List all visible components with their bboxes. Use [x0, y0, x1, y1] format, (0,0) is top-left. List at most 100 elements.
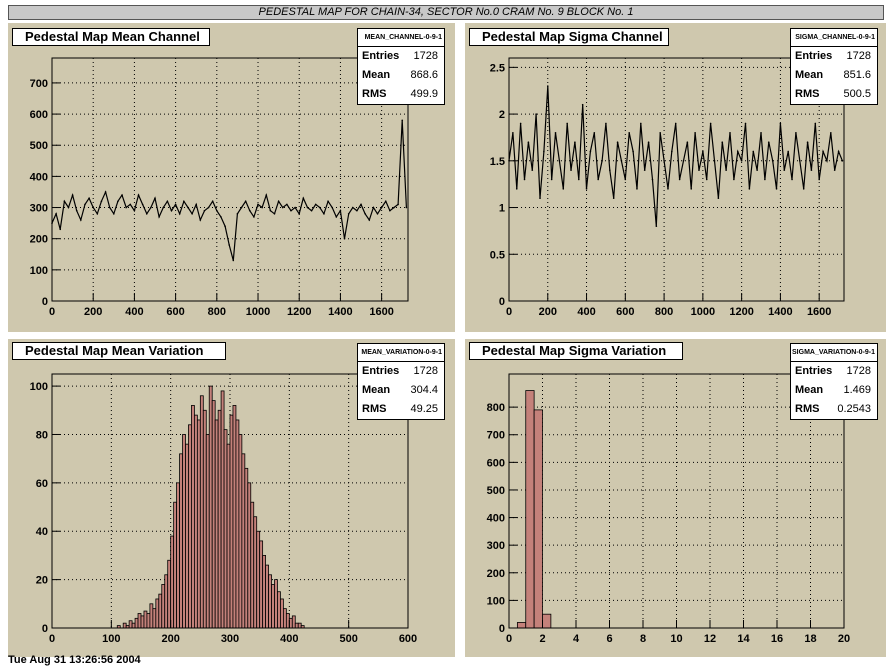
- y-tick-label: 300: [487, 540, 505, 552]
- y-tick-label: 500: [30, 140, 48, 152]
- data-point: [302, 197, 305, 199]
- x-tick-label: 600: [166, 306, 184, 318]
- data-point: [729, 131, 731, 134]
- data-point: [612, 197, 615, 199]
- stats-key: RMS: [362, 88, 387, 100]
- data-point: [360, 203, 362, 206]
- histogram-bar: [134, 617, 139, 629]
- data-point: [195, 203, 198, 206]
- data-point: [795, 131, 797, 134]
- x-tick-label: 10: [670, 633, 682, 645]
- data-point: [636, 188, 638, 190]
- stats-key: RMS: [795, 403, 820, 415]
- y-tick-label: 1.5: [490, 156, 505, 168]
- data-point: [203, 209, 206, 212]
- histogram-bar: [268, 574, 272, 629]
- y-tick-label: 80: [36, 429, 48, 441]
- data-point: [671, 150, 673, 153]
- histogram-bar: [122, 622, 127, 629]
- data-point: [798, 160, 801, 162]
- stats-key: RMS: [795, 88, 820, 100]
- data-point: [674, 122, 677, 125]
- data-point: [546, 85, 549, 87]
- data-point: [682, 160, 685, 162]
- stats-row-entries: Entries 1728: [791, 362, 877, 381]
- y-tick-label: 20: [36, 575, 48, 587]
- stats-value: 499.9: [410, 88, 438, 100]
- data-point: [96, 212, 99, 215]
- stats-box-sigma_variation: SIGMA_VARIATION-0-9-1 Entries 1728 Mean 1.46…: [790, 343, 878, 420]
- histogram-bar: [232, 405, 237, 629]
- data-point: [55, 212, 57, 215]
- data-point: [80, 219, 82, 221]
- data-point: [802, 188, 805, 190]
- data-point: [108, 206, 111, 209]
- histogram-bar: [149, 603, 154, 629]
- data-point: [775, 188, 778, 190]
- data-point: [199, 219, 202, 221]
- pad-mean-channel: 0 200 400 600 800 1000 1200 1400 1600 0 100 200 300 4…: [8, 23, 455, 332]
- histogram-bar: [280, 598, 284, 629]
- data-point: [178, 212, 181, 215]
- x-tick-label: 12: [704, 633, 716, 645]
- x-tick-label: 400: [125, 306, 143, 318]
- x-tick-label: 6: [606, 633, 612, 645]
- stats-row-entries: Entries 1728: [791, 47, 877, 66]
- data-point: [216, 209, 218, 212]
- histogram-bar: [294, 622, 299, 629]
- y-tick-label: 200: [30, 234, 48, 246]
- data-point: [713, 160, 716, 162]
- stats-value: 500.5: [843, 88, 871, 100]
- y-tick-label: 100: [487, 595, 505, 607]
- data-point: [368, 219, 371, 221]
- x-tick-label: 1400: [328, 306, 352, 318]
- data-point: [543, 150, 545, 153]
- data-point: [632, 150, 634, 153]
- pad-sigma-variation: 0 2 4 6 8 10 12 14 16 18 20 0 100 200 300 400 500 600 700 8…: [465, 339, 886, 657]
- y-tick-label: 400: [487, 513, 505, 525]
- data-point: [393, 206, 395, 209]
- stats-key: Entries: [795, 50, 833, 62]
- x-tick-label: 16: [771, 633, 783, 645]
- x-tick-label: 600: [399, 633, 417, 645]
- data-point: [605, 122, 607, 125]
- y-tick-label: 100: [30, 381, 48, 393]
- histogram-bar: [235, 419, 240, 629]
- data-point: [236, 212, 239, 215]
- histogram-bar: [205, 434, 210, 629]
- data-point: [129, 203, 132, 206]
- histogram-bar: [170, 535, 175, 629]
- stats-value: 1.469: [843, 384, 871, 396]
- y-tick-label: 100: [30, 265, 48, 277]
- histogram-bar: [191, 405, 195, 629]
- y-tick-label: 0: [42, 296, 48, 308]
- chart-title-sigma_variation: Pedestal Map Sigma Variation: [469, 342, 683, 360]
- stats-row-entries: Entries 1728: [358, 362, 444, 381]
- data-point: [71, 194, 74, 196]
- data-point: [67, 206, 70, 209]
- x-tick-label: 200: [539, 306, 557, 318]
- data-point: [191, 212, 193, 215]
- data-point: [806, 141, 809, 143]
- histogram-bar: [282, 608, 287, 629]
- stats-name: MEAN_VARIATION-0-9-1: [358, 344, 444, 362]
- data-point: [117, 200, 119, 203]
- data-point: [364, 212, 366, 215]
- x-tick-label: 400: [577, 306, 595, 318]
- stats-value: 304.4: [410, 384, 438, 396]
- data-point: [566, 122, 568, 125]
- histogram-bar: [176, 482, 180, 629]
- data-point: [187, 206, 189, 209]
- stats-key: Mean: [795, 69, 824, 81]
- data-point: [585, 188, 588, 190]
- data-point: [166, 200, 169, 203]
- x-tick-label: 18: [804, 633, 816, 645]
- x-tick-label: 1200: [729, 306, 753, 318]
- stats-row-rms: RMS 0.2543: [791, 400, 877, 419]
- x-tick-label: 0: [506, 306, 512, 318]
- histogram-bar: [164, 574, 169, 629]
- y-tick-label: 600: [487, 457, 505, 469]
- data-point: [232, 259, 235, 262]
- stats-box-mean_channel: MEAN_CHANNEL-0-9-1 Entries 1728 Mean 868.6 RM…: [357, 28, 445, 105]
- data-point: [690, 188, 693, 190]
